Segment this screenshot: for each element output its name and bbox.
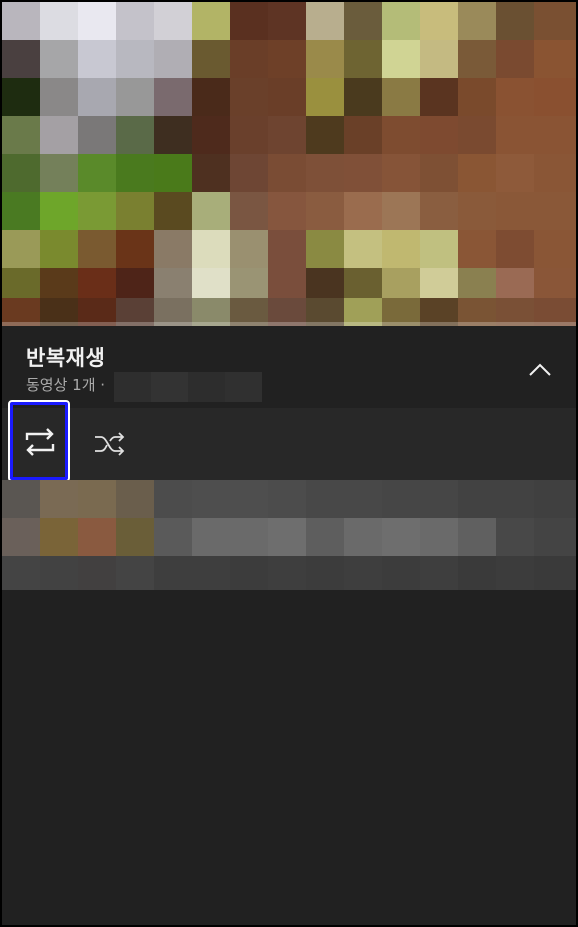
collapse-playlist-button[interactable]: [518, 350, 562, 390]
video-item-thumbnail-redacted: [2, 480, 576, 590]
repeat-icon: [25, 428, 55, 456]
shuffle-icon: [95, 432, 125, 456]
video-player[interactable]: [2, 2, 576, 326]
shuffle-playlist-button[interactable]: [86, 420, 134, 468]
video-thumbnail: [2, 2, 576, 326]
chevron-up-icon: [529, 363, 551, 376]
playlist-empty-area: [2, 590, 576, 925]
playlist-title: 반복재생: [26, 346, 106, 370]
app-frame: 반복재생 동영상 1개 ·: [0, 0, 578, 927]
playlist-subtitle: 동영상 1개 ·: [26, 376, 106, 394]
playlist-owner-redacted: [114, 372, 262, 402]
playlist-video-item[interactable]: [2, 480, 576, 590]
playlist-controls: [2, 400, 576, 482]
playlist-header: 반복재생 동영상 1개 ·: [2, 326, 576, 408]
loop-playlist-button[interactable]: [8, 400, 70, 482]
